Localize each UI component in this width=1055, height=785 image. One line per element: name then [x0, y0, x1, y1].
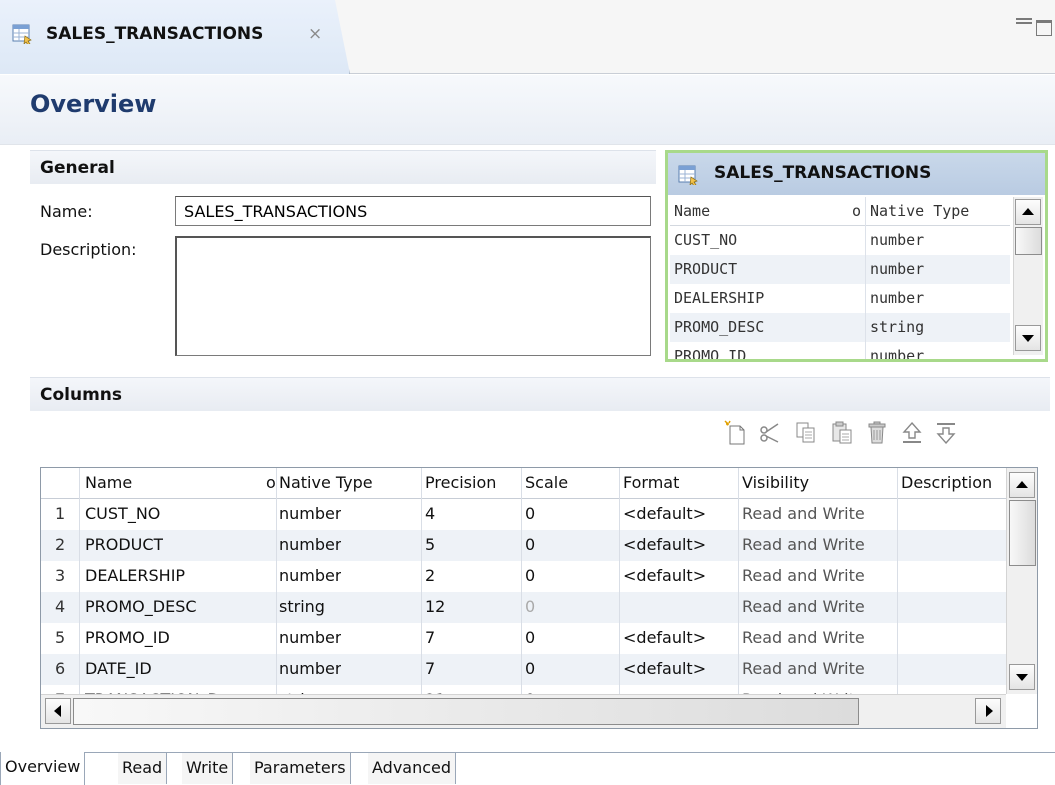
preview-row: CUST_NO number — [670, 226, 1010, 255]
scrollbar-thumb[interactable] — [1009, 500, 1036, 566]
move-down-icon[interactable] — [934, 420, 958, 446]
table-row[interactable]: 1 CUST_NO number 4 0 <default> Read and … — [41, 499, 1006, 530]
delete-icon[interactable] — [866, 420, 890, 446]
columns-table: Name o Native Type Precision Scale Forma… — [40, 467, 1038, 729]
col-header-scale[interactable]: Scale — [525, 473, 568, 492]
table-row[interactable]: 3 DEALERSHIP number 2 0 <default> Read a… — [41, 561, 1006, 592]
table-row[interactable]: 6 DATE_ID number 7 0 <default> Read and … — [41, 654, 1006, 685]
table-header-row: Name o Native Type Precision Scale Forma… — [41, 468, 1006, 499]
scroll-up-button[interactable] — [1009, 472, 1035, 498]
close-icon[interactable]: × — [308, 24, 322, 44]
preview-title: SALES_TRANSACTIONS — [714, 163, 932, 183]
table-horizontal-scrollbar[interactable] — [41, 694, 1006, 728]
preview-row: PROMO_DESC string — [670, 313, 1010, 342]
description-input[interactable] — [175, 236, 651, 356]
general-section-header — [30, 150, 656, 184]
name-input[interactable] — [175, 196, 651, 226]
col-header-visibility[interactable]: Visibility — [742, 473, 809, 492]
editor-tab-sales-transactions[interactable]: SALES_TRANSACTIONS × — [0, 0, 350, 74]
tab-overview[interactable]: Overview — [0, 752, 86, 785]
tab-parameters[interactable]: Parameters — [250, 753, 351, 784]
editor-tab-bar: SALES_TRANSACTIONS × — [0, 0, 1055, 74]
table-row[interactable]: 4 PROMO_DESC string 12 0 Read and Write — [41, 592, 1006, 623]
preview-row: DEALERSHIP number — [670, 284, 1010, 313]
scrollbar-thumb[interactable] — [73, 698, 859, 725]
editor-bottom-tabs: Overview Read Write Parameters Advanced — [0, 752, 1055, 785]
scroll-down-button[interactable] — [1015, 325, 1041, 351]
general-section-title: General — [40, 158, 115, 178]
tab-read[interactable]: Read — [118, 753, 168, 784]
scroll-right-button[interactable] — [975, 698, 1001, 724]
tab-write[interactable]: Write — [182, 753, 234, 784]
new-column-icon[interactable] — [724, 420, 748, 446]
preview-scrollbar[interactable] — [1013, 197, 1043, 355]
columns-section-header — [30, 377, 1050, 411]
cut-icon[interactable] — [758, 420, 782, 446]
preview-col-native-type: Native Type — [870, 202, 970, 220]
paste-icon[interactable] — [830, 420, 854, 446]
copy-icon[interactable] — [794, 420, 818, 446]
preview-col-name: Name — [674, 202, 711, 220]
move-up-icon[interactable] — [900, 420, 924, 446]
object-preview-panel: SALES_TRANSACTIONS Name o Native Type CU… — [665, 150, 1048, 362]
data-object-icon — [678, 165, 700, 189]
table-vertical-scrollbar[interactable] — [1006, 468, 1037, 694]
table-row[interactable]: 5 PROMO_ID number 7 0 <default> Read and… — [41, 623, 1006, 654]
tab-advanced[interactable]: Advanced — [368, 753, 457, 784]
description-label: Description: — [40, 240, 137, 259]
scroll-left-button[interactable] — [45, 698, 71, 724]
scroll-up-button[interactable] — [1015, 199, 1041, 225]
preview-row: PRODUCT number — [670, 255, 1010, 284]
overview-header — [0, 75, 1055, 145]
maximize-icon[interactable] — [1036, 20, 1052, 36]
sort-marker: o — [266, 473, 276, 492]
scrollbar-thumb[interactable] — [1015, 227, 1042, 255]
name-label: Name: — [40, 202, 93, 221]
data-object-icon — [12, 24, 34, 48]
col-header-name[interactable]: Name — [85, 473, 132, 492]
editor-tab-title: SALES_TRANSACTIONS — [46, 24, 264, 44]
table-row[interactable]: 2 PRODUCT number 5 0 <default> Read and … — [41, 530, 1006, 561]
col-header-precision[interactable]: Precision — [425, 473, 496, 492]
minimize-icon[interactable] — [1016, 18, 1032, 24]
page-title: Overview — [30, 90, 157, 118]
col-header-native-type[interactable]: Native Type — [279, 473, 373, 492]
col-header-description[interactable]: Description — [901, 473, 1005, 492]
preview-header: SALES_TRANSACTIONS — [668, 153, 1045, 195]
columns-section-title: Columns — [40, 385, 123, 405]
preview-header-row: Name o Native Type — [670, 197, 1010, 226]
sort-marker: o — [852, 202, 862, 220]
col-header-format[interactable]: Format — [623, 473, 679, 492]
preview-row: PROMO_ID number — [670, 342, 1010, 359]
scroll-down-button[interactable] — [1009, 664, 1035, 690]
